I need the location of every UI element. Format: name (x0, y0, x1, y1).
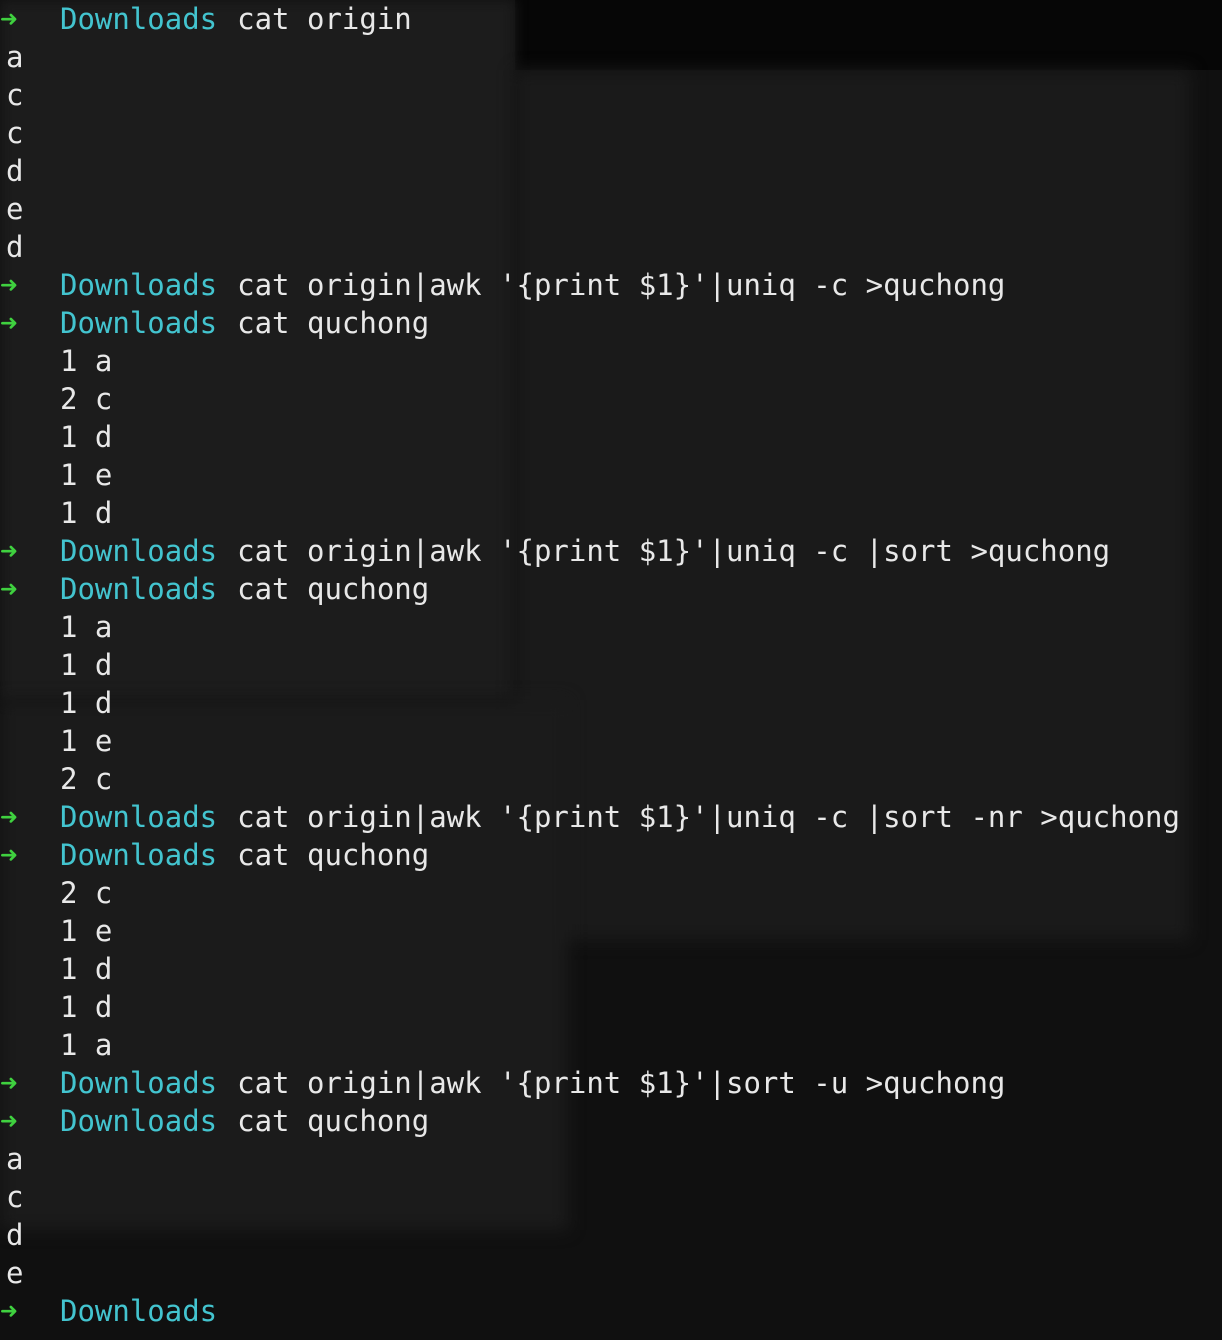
output-line: a (0, 1140, 1222, 1178)
output-line: c (0, 1178, 1222, 1216)
prompt-line: ➜ Downloads cat quchong (0, 304, 1222, 342)
output-text: d (6, 230, 24, 264)
output-text: c (6, 116, 24, 150)
prompt-line: ➜ Downloads cat quchong (0, 836, 1222, 874)
prompt-arrow-icon: ➜ (0, 800, 18, 834)
output-text: c (6, 78, 24, 112)
prompt-directory: Downloads (60, 306, 218, 340)
prompt-line: ➜ Downloads cat origin|awk '{print $1}'|so… (0, 1064, 1222, 1102)
output-text: a (6, 40, 24, 74)
output-text: 1 a (60, 610, 113, 644)
prompt-arrow-icon: ➜ (0, 306, 18, 340)
output-text: 2 c (60, 762, 113, 796)
output-text: 1 e (60, 458, 113, 492)
prompt-line: ➜ Downloads cat origin|awk '{print $1}'|un… (0, 532, 1222, 570)
output-line: 1 d (0, 684, 1222, 722)
output-line: c (0, 76, 1222, 114)
output-text: 1 d (60, 420, 113, 454)
output-text: 1 e (60, 914, 113, 948)
terminal-output: ➜ Downloads cat origin a c c d e d ➜ Downloads cat … (0, 0, 1222, 1330)
prompt-directory: Downloads (60, 534, 218, 568)
command-text: cat quchong (237, 838, 430, 872)
output-text: 1 a (60, 344, 113, 378)
output-text: d (6, 1218, 24, 1252)
output-text: 1 d (60, 686, 113, 720)
prompt-directory: Downloads (60, 1104, 218, 1138)
command-text: cat origin|awk '{print $1}'|uniq -c >quc… (237, 268, 1006, 302)
prompt-directory: Downloads (60, 800, 218, 834)
output-text: e (6, 192, 24, 226)
command-text: cat origin|awk '{print $1}'|uniq -c |sor… (237, 534, 1111, 568)
output-text: 2 c (60, 876, 113, 910)
prompt-directory: Downloads (60, 1294, 218, 1328)
command-text: cat quchong (237, 1104, 430, 1138)
prompt-arrow-icon: ➜ (0, 572, 18, 606)
output-text: 1 d (60, 990, 113, 1024)
output-line: 1 a (0, 1026, 1222, 1064)
output-line: 2 c (0, 380, 1222, 418)
prompt-directory: Downloads (60, 572, 218, 606)
output-line: 2 c (0, 874, 1222, 912)
prompt-arrow-icon: ➜ (0, 534, 18, 568)
output-text: e (6, 1256, 24, 1290)
prompt-directory: Downloads (60, 268, 218, 302)
command-text: cat origin|awk '{print $1}'|sort -u >quc… (237, 1066, 1006, 1100)
output-line: a (0, 38, 1222, 76)
output-line: e (0, 1254, 1222, 1292)
prompt-arrow-icon: ➜ (0, 2, 18, 36)
output-text: 1 d (60, 648, 113, 682)
prompt-line: ➜ Downloads cat quchong (0, 570, 1222, 608)
output-text: 1 d (60, 952, 113, 986)
command-text: cat quchong (237, 572, 430, 606)
terminal-window[interactable]: ➜ Downloads cat origin a c c d e d ➜ Downloads cat … (0, 0, 1222, 1340)
output-line: 1 d (0, 646, 1222, 684)
output-line: 1 d (0, 950, 1222, 988)
output-line: 1 e (0, 722, 1222, 760)
output-line: d (0, 1216, 1222, 1254)
prompt-arrow-icon: ➜ (0, 1066, 18, 1100)
output-text: 1 a (60, 1028, 113, 1062)
prompt-directory: Downloads (60, 1066, 218, 1100)
prompt-directory: Downloads (60, 2, 218, 36)
output-line: 1 d (0, 494, 1222, 532)
prompt-line: ➜ Downloads cat origin (0, 0, 1222, 38)
output-text: c (6, 1180, 24, 1214)
output-line: 1 d (0, 418, 1222, 456)
output-text: d (6, 154, 24, 188)
output-line: e (0, 190, 1222, 228)
prompt-line: ➜ Downloads cat origin|awk '{print $1}'|un… (0, 266, 1222, 304)
output-line: 1 e (0, 456, 1222, 494)
output-line: 2 c (0, 760, 1222, 798)
prompt-directory: Downloads (60, 838, 218, 872)
prompt-arrow-icon: ➜ (0, 1104, 18, 1138)
output-line: 1 a (0, 342, 1222, 380)
prompt-line: ➜ Downloads cat origin|awk '{print $1}'|un… (0, 798, 1222, 836)
prompt-arrow-icon: ➜ (0, 838, 18, 872)
output-line: d (0, 228, 1222, 266)
output-text: a (6, 1142, 24, 1176)
command-text: cat origin (237, 2, 412, 36)
output-text: 1 d (60, 496, 113, 530)
output-line: 1 d (0, 988, 1222, 1026)
output-line: 1 a (0, 608, 1222, 646)
output-text: 1 e (60, 724, 113, 758)
command-text: cat quchong (237, 306, 430, 340)
prompt-arrow-icon: ➜ (0, 268, 18, 302)
prompt-arrow-icon: ➜ (0, 1294, 18, 1328)
output-text: 2 c (60, 382, 113, 416)
command-text: cat origin|awk '{print $1}'|uniq -c |sor… (237, 800, 1180, 834)
output-line: c (0, 114, 1222, 152)
prompt-line: ➜ Downloads cat quchong (0, 1102, 1222, 1140)
prompt-line: ➜ Downloads (0, 1292, 1222, 1330)
output-line: 1 e (0, 912, 1222, 950)
output-line: d (0, 152, 1222, 190)
